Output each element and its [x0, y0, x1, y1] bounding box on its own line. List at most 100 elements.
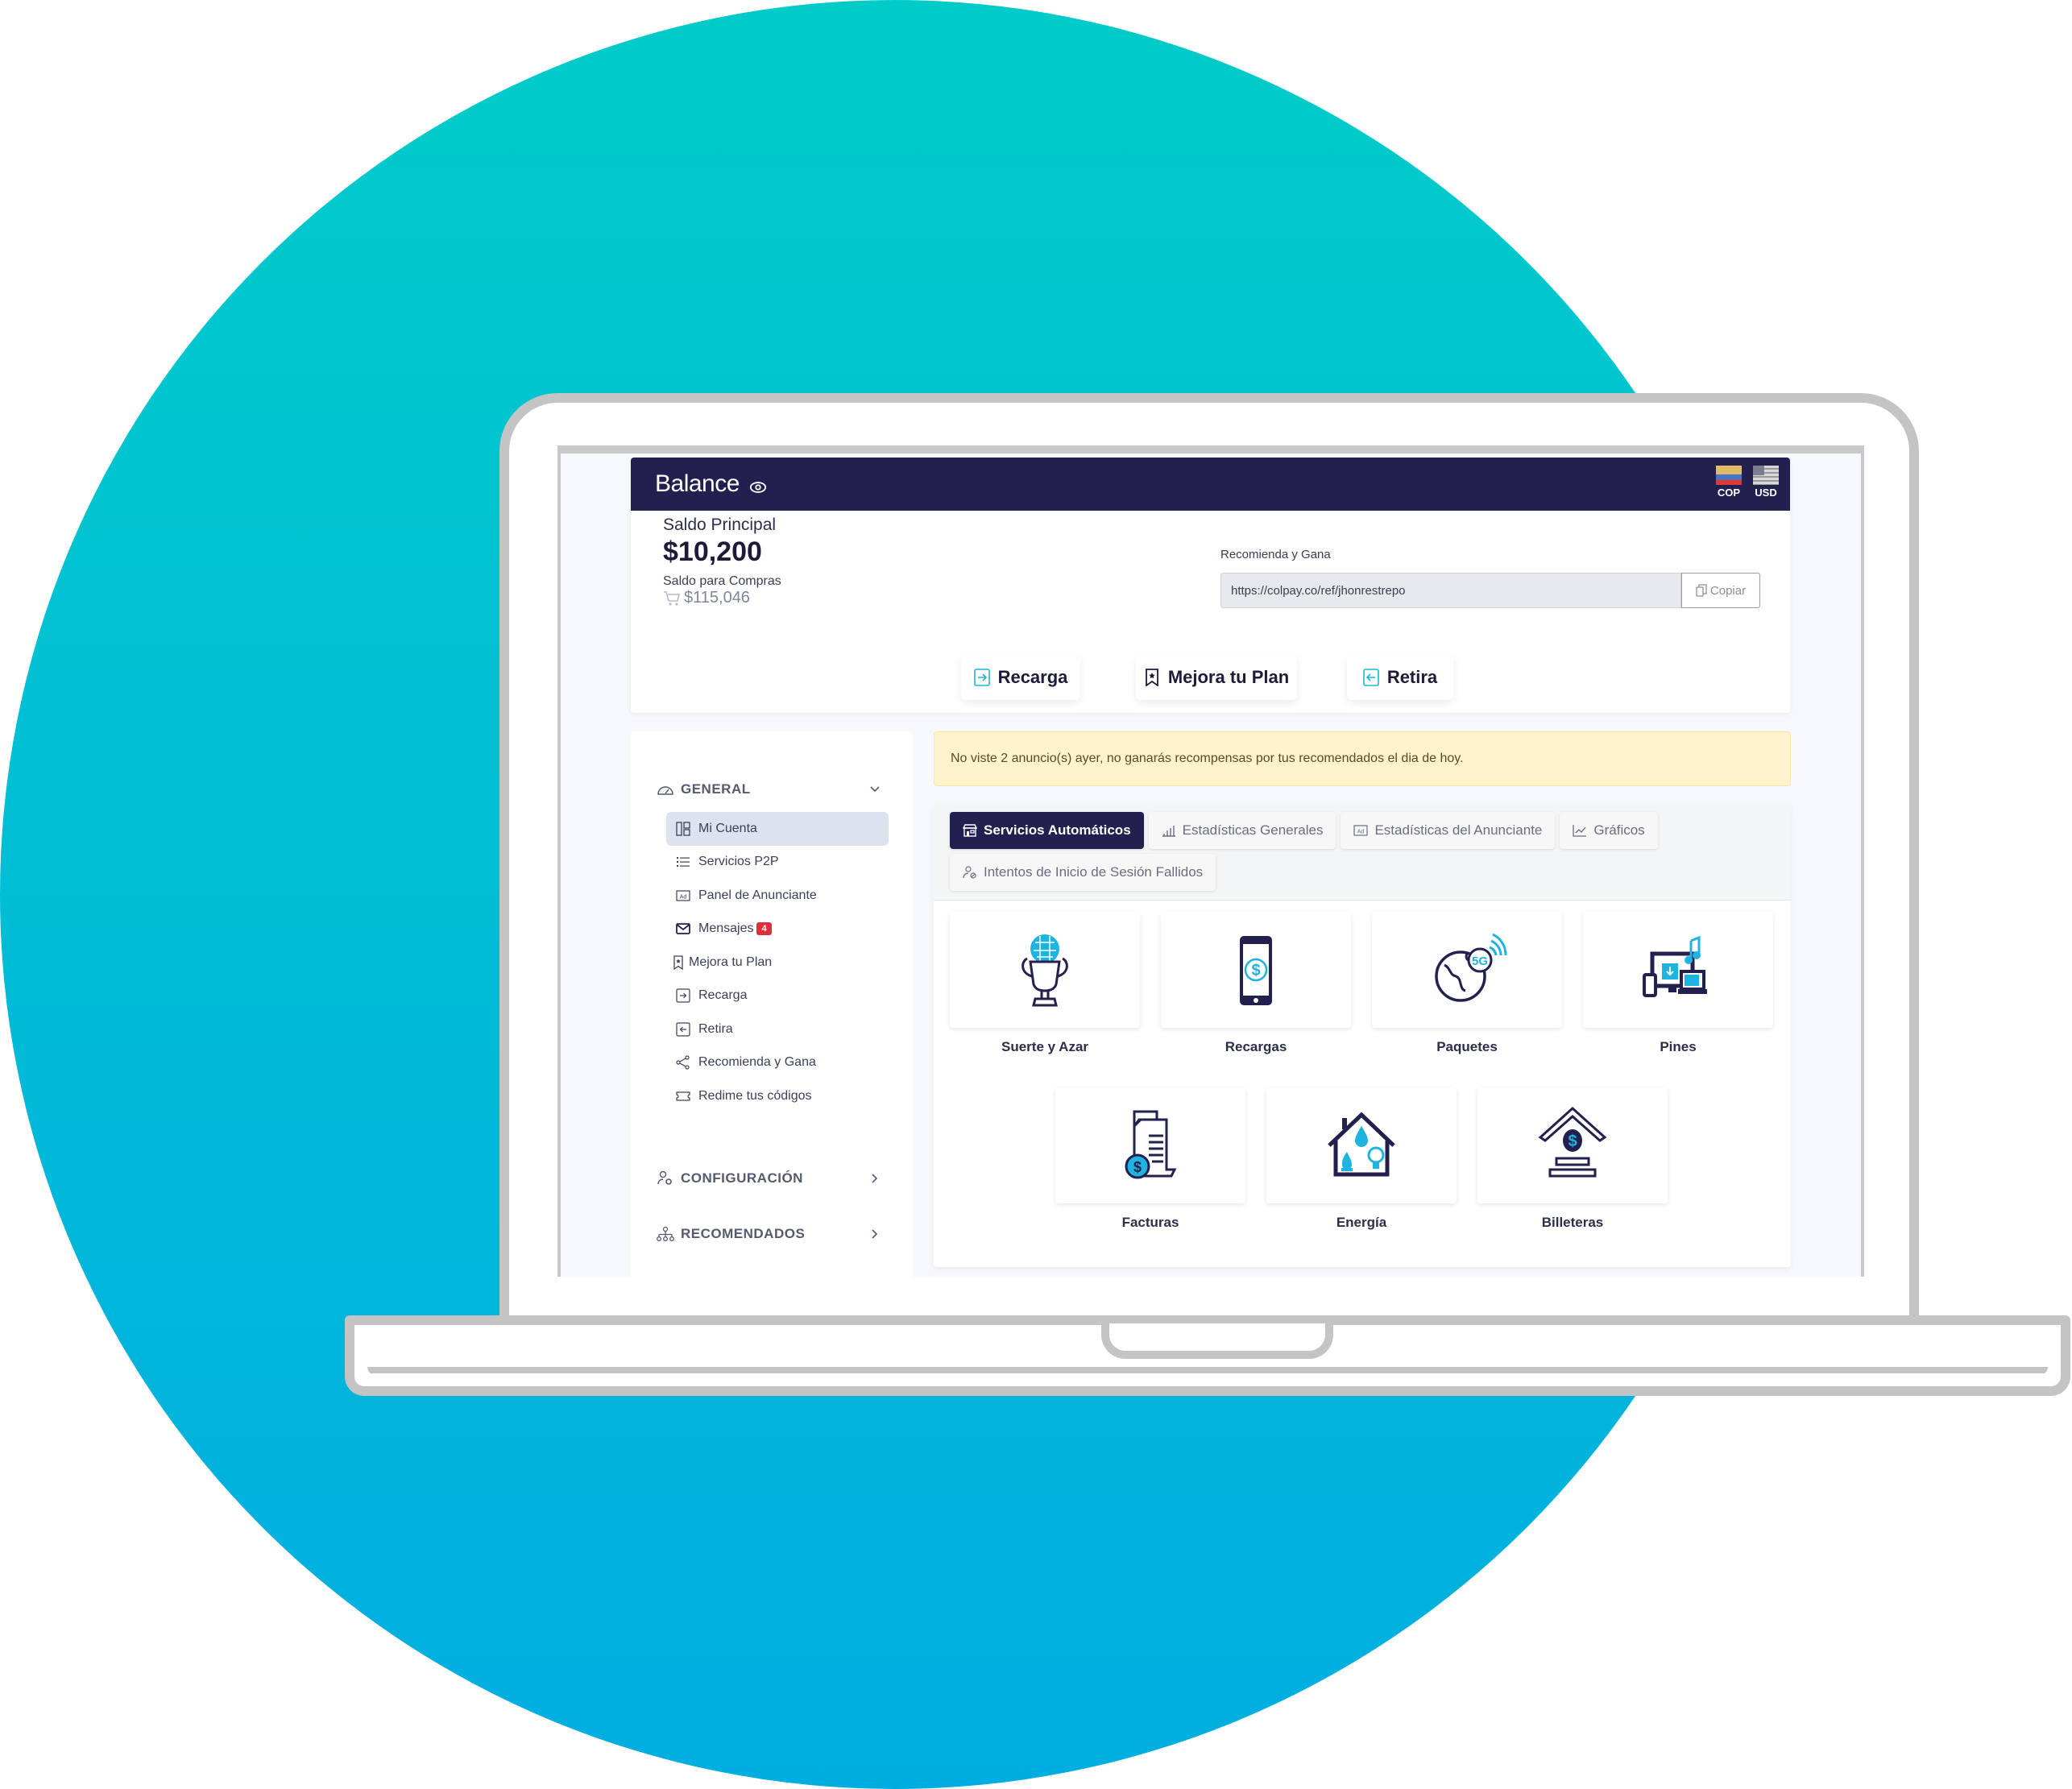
chevron-right-icon: [872, 1229, 878, 1239]
recarga-button-label: Recarga: [997, 667, 1068, 687]
retira-button-label: Retira: [1386, 667, 1438, 687]
mensajes-badge: 4: [756, 922, 772, 936]
devices-media-icon: [1643, 935, 1707, 997]
sidebar-section-configuracion[interactable]: CONFIGURACIÓN: [657, 1170, 881, 1186]
sidebar-item-panel-anunciante[interactable]: Ad Panel de Anunciante: [666, 879, 889, 913]
laptop-notch: [1101, 1323, 1333, 1359]
sidebar-item-label: Retira: [698, 1021, 733, 1036]
sidebar-item-retira[interactable]: Retira: [666, 1013, 889, 1046]
mejora-plan-button[interactable]: Mejora tu Plan: [1136, 655, 1297, 700]
sidebar-item-label: Servicios P2P: [698, 855, 779, 869]
svg-text:Ad: Ad: [1357, 830, 1365, 835]
saldo-block: Saldo Principal $10,200 Saldo para Compr…: [663, 516, 781, 607]
retira-button[interactable]: Retira: [1347, 655, 1453, 700]
ad-icon: Ad: [676, 890, 690, 901]
laptop-screen: Balance COP USD Saldo Principal $10,200 …: [557, 445, 1864, 1277]
flag-usa-icon: [1753, 466, 1779, 485]
service-label: Suerte y Azar: [1001, 1039, 1089, 1054]
list-icon: [677, 857, 690, 868]
sidebar-item-mi-cuenta[interactable]: Mi Cuenta: [666, 812, 889, 846]
service-card[interactable]: [950, 912, 1140, 1028]
sidebar-general-items: Mi Cuenta Servicios P2P Ad Panel de Anun…: [666, 812, 889, 1113]
bookmark-star-icon: [673, 955, 683, 970]
service-card[interactable]: 5G: [1372, 912, 1562, 1028]
service-card[interactable]: [1583, 912, 1773, 1028]
svg-text:5G: 5G: [1472, 955, 1488, 968]
sidebar-item-mensajes[interactable]: Mensajes 4: [666, 913, 889, 946]
service-pines[interactable]: Pines: [1583, 912, 1773, 1055]
bookmark-star-icon: [1145, 669, 1158, 686]
wallet-home-dollar-icon: $: [1538, 1106, 1607, 1178]
sidebar-section-general[interactable]: GENERAL: [657, 781, 881, 797]
tab-servicios-automaticos[interactable]: Servicios Automáticos: [950, 812, 1144, 849]
sidebar-item-recomienda-gana[interactable]: Recomienda y Gana: [666, 1046, 889, 1080]
currency-usd-button[interactable]: USD: [1753, 466, 1779, 499]
currency-usd-label: USD: [1755, 487, 1777, 499]
laptop-base-lip: [367, 1367, 2048, 1375]
sidebar-section-recomendados[interactable]: RECOMENDADOS: [657, 1226, 881, 1242]
laptop-base: [345, 1315, 2070, 1396]
service-card[interactable]: $: [1055, 1087, 1245, 1203]
currency-cop-label: COP: [1717, 487, 1741, 499]
sidebar-section-general-label: GENERAL: [681, 781, 751, 797]
share-icon: [676, 1055, 690, 1070]
store-icon: [963, 824, 977, 837]
sidebar-item-mejora-plan[interactable]: Mejora tu Plan: [666, 946, 889, 979]
sidebar-item-redime-codigos[interactable]: Redime tus códigos: [666, 1079, 889, 1113]
saldo-principal-value: $10,200: [663, 536, 762, 567]
service-suerte-azar[interactable]: Suerte y Azar: [950, 912, 1140, 1055]
copy-button[interactable]: Copiar: [1681, 573, 1760, 608]
svg-text:Ad: Ad: [680, 894, 687, 900]
chevron-down-icon: [870, 786, 880, 793]
tab-graficos[interactable]: Gráficos: [1560, 812, 1658, 849]
tabs-panel: Servicios Automáticos Estadísticas Gener…: [934, 804, 1791, 1267]
service-card[interactable]: $: [1477, 1087, 1668, 1203]
sidebar-item-label: Recarga: [698, 988, 748, 1003]
tab-estadisticas-anunciante[interactable]: Ad Estadísticas del Anunciante: [1341, 812, 1556, 849]
service-energia[interactable]: Energía: [1266, 1087, 1457, 1231]
invoice-dollar-icon: $: [1125, 1110, 1177, 1179]
tab-estadisticas-generales[interactable]: Estadísticas Generales: [1148, 812, 1336, 849]
sidebar-item-recarga[interactable]: Recarga: [666, 979, 889, 1013]
eye-icon[interactable]: [749, 481, 767, 494]
recarga-button[interactable]: Recarga: [961, 655, 1080, 700]
dashboard-icon: [676, 822, 690, 836]
referral-url-input[interactable]: [1220, 573, 1681, 608]
tab-label: Servicios Automáticos: [984, 822, 1131, 838]
sidebar-item-label: Recomienda y Gana: [698, 1055, 816, 1070]
ticket-icon: [676, 1091, 690, 1101]
mejora-plan-button-label: Mejora tu Plan: [1167, 667, 1290, 687]
service-facturas[interactable]: $ Facturas: [1055, 1087, 1245, 1231]
svg-text:$: $: [1568, 1133, 1577, 1150]
copy-icon: [1696, 584, 1707, 597]
service-billeteras[interactable]: $ Billeteras: [1477, 1087, 1668, 1231]
warning-alert-text: No viste 2 anuncio(s) ayer, no ganarás r…: [951, 752, 1464, 765]
sidebar-item-servicios-p2p[interactable]: Servicios P2P: [666, 846, 889, 880]
saldo-compras: $115,046: [663, 589, 781, 607]
phone-dollar-icon: $: [1240, 936, 1272, 1005]
warning-alert: No viste 2 anuncio(s) ayer, no ganarás r…: [934, 731, 1791, 786]
service-label: Paquetes: [1436, 1039, 1498, 1054]
sidebar-item-label: Panel de Anunciante: [698, 888, 817, 902]
globe-5g-icon: 5G: [1435, 933, 1507, 1002]
tabs-bar: Servicios Automáticos Estadísticas Gener…: [934, 804, 1791, 901]
service-label: Facturas: [1121, 1215, 1179, 1230]
copy-button-label: Copiar: [1709, 583, 1747, 598]
flag-colombia-icon: [1716, 466, 1742, 485]
withdraw-icon: [1363, 669, 1379, 686]
tab-intentos-fallidos[interactable]: Intentos de Inicio de Sesión Fallidos: [950, 854, 1216, 891]
tab-label: Gráficos: [1593, 822, 1645, 838]
service-recargas[interactable]: $ Recargas: [1161, 912, 1351, 1055]
service-card[interactable]: $: [1161, 912, 1351, 1028]
balance-card: Balance COP USD Saldo Principal $10,200 …: [631, 458, 1790, 713]
sidebar-item-label: Mejora tu Plan: [689, 955, 773, 969]
sidebar-section-recomendados-label: RECOMENDADOS: [681, 1226, 806, 1241]
service-paquetes[interactable]: 5G Paquetes: [1372, 912, 1562, 1055]
withdraw-icon: [676, 1022, 690, 1037]
sidebar-item-label: Redime tus códigos: [698, 1088, 812, 1103]
ad-icon: Ad: [1353, 825, 1369, 836]
trophy-ball-icon: [1021, 934, 1068, 1007]
currency-cop-button[interactable]: COP: [1716, 466, 1742, 499]
line-chart-icon: [1573, 825, 1587, 837]
service-card[interactable]: [1266, 1087, 1457, 1203]
